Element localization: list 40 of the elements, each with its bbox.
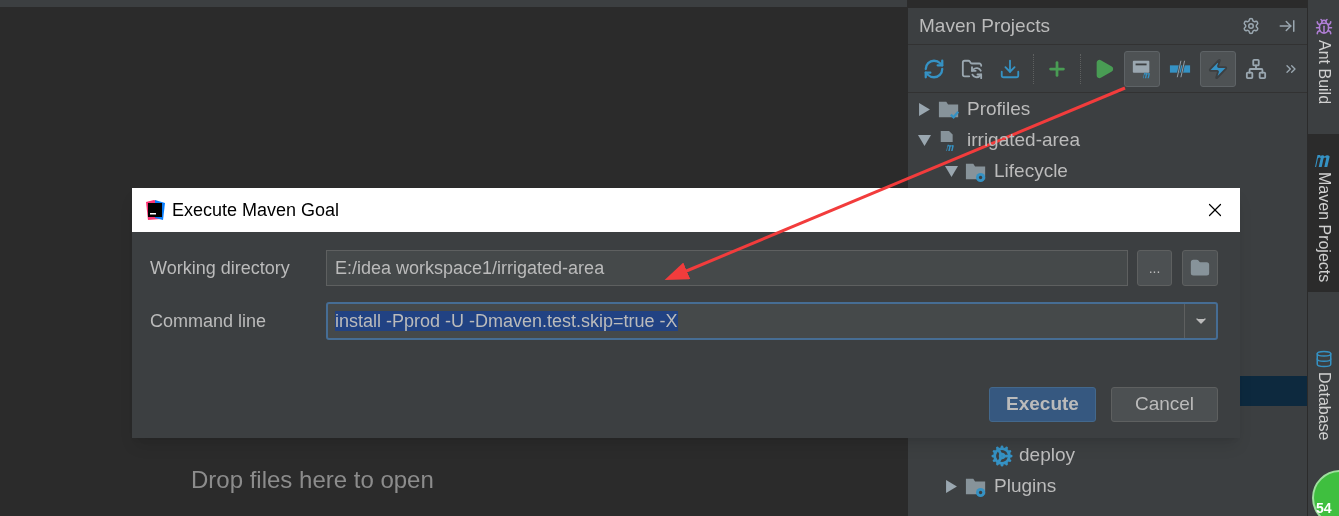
ant-icon — [1314, 18, 1333, 36]
collapsed-arrow-icon[interactable] — [945, 480, 958, 493]
tree-item-label: Lifecycle — [994, 159, 1068, 184]
hide-icon[interactable] — [1278, 17, 1296, 35]
lightning-icon — [1207, 57, 1229, 80]
database-icon — [1314, 350, 1333, 369]
toolbar-button[interactable] — [1124, 50, 1160, 87]
hierarchy-icon — [1245, 57, 1267, 80]
refresh-icon — [923, 57, 945, 80]
download-icon — [999, 57, 1021, 80]
tree-item-label: Profiles — [967, 97, 1031, 122]
app-logo-icon — [144, 199, 166, 221]
dialog-title: Execute Maven Goal — [172, 198, 341, 222]
folder-button[interactable] — [1182, 250, 1218, 286]
field-label: Command line — [150, 309, 268, 333]
toolbar-button[interactable] — [1200, 50, 1236, 87]
folder-sync-icon — [961, 57, 983, 80]
collapsed-arrow-icon[interactable] — [918, 103, 931, 116]
cancel-button[interactable]: Cancel — [1111, 387, 1218, 422]
drop-files-hint: Drop files here to open — [191, 465, 434, 495]
expanded-arrow-icon[interactable] — [918, 134, 931, 147]
settings-icon[interactable] — [1242, 17, 1260, 35]
tool-window-tab[interactable]: Database — [1308, 332, 1339, 451]
tree-item[interactable]: Profiles — [908, 94, 1307, 125]
browse-button[interactable]: ... — [1137, 250, 1172, 286]
tool-window-tab[interactable]: Ant Build — [1308, 0, 1339, 115]
tree-item[interactable]: Plugins — [908, 471, 1307, 502]
directory-field[interactable]: E:/idea workspace1/irrigated-area — [326, 250, 1128, 286]
command-combo-field[interactable]: install -Pprod -U -Dmaven.test.skip=true -X — [326, 302, 1218, 340]
tree-item[interactable]: Lifecycle — [908, 156, 1307, 187]
field-label: Working directory — [150, 256, 291, 280]
expanded-arrow-icon[interactable] — [945, 165, 958, 178]
tree-item-label: deploy — [1019, 443, 1075, 468]
tree-item-label: Plugins — [994, 474, 1057, 499]
gear-icon — [991, 444, 1013, 467]
panel-title: Maven Projects — [919, 13, 1051, 38]
tree-item[interactable]: deploy — [908, 440, 1307, 471]
execute-button[interactable]: Execute — [989, 387, 1096, 422]
folder-icon — [1190, 258, 1210, 278]
tool-window-tab[interactable]: Maven Projects — [1308, 134, 1339, 293]
